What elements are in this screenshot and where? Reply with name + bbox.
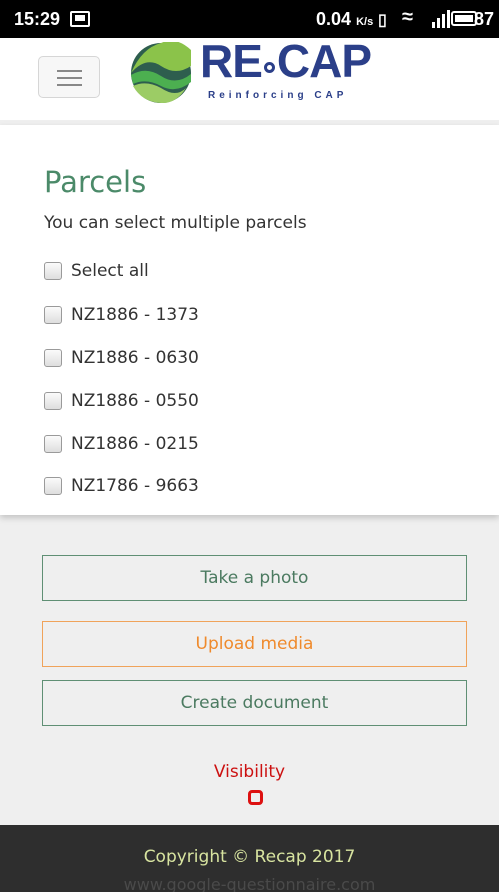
network-speed-unit: K/s (356, 16, 374, 28)
parcel-label: NZ1886 - 0550 (71, 391, 199, 411)
recap-logo-mark-icon (131, 42, 191, 104)
menu-bar-icon (57, 77, 82, 79)
battery-level: 87 (474, 9, 495, 29)
page-footer: Copyright © Recap 2017 www.google-questi… (0, 825, 499, 892)
logo-text-right: CAP (276, 35, 372, 87)
parcel-label: NZ1786 - 9663 (71, 476, 199, 496)
parcel-label: NZ1886 - 0215 (71, 434, 199, 454)
parcels-card: Parcels You can select multiple parcels … (0, 125, 499, 515)
footer-copyright: Copyright © Recap 2017 (143, 847, 356, 867)
upload-media-button[interactable]: Upload media (42, 621, 467, 667)
menu-bar-icon (57, 70, 82, 72)
take-photo-button[interactable]: Take a photo (42, 555, 467, 601)
logo-dot-icon (263, 62, 275, 73)
parcel-checkbox[interactable] (44, 392, 62, 410)
logo-text-left: RE (200, 35, 263, 87)
parcel-row[interactable]: NZ1886 - 0630 (44, 345, 199, 371)
parcel-checkbox[interactable] (44, 306, 62, 324)
parcels-subtitle: You can select multiple parcels (44, 213, 307, 233)
parcels-title: Parcels (44, 165, 147, 199)
visibility-label: Visibility (213, 762, 286, 782)
parcel-label: NZ1886 - 1373 (71, 305, 199, 325)
recap-logo[interactable]: RE CAP Reinforcing CAP (130, 35, 400, 110)
parcel-row[interactable]: NZ1886 - 0215 (44, 431, 199, 457)
create-document-button[interactable]: Create document (42, 680, 467, 726)
select-all-label: Select all (71, 261, 149, 281)
parcel-checkbox[interactable] (44, 477, 62, 495)
message-notification-icon (70, 11, 90, 27)
signal-icon (432, 10, 450, 28)
parcel-checkbox[interactable] (44, 435, 62, 453)
wifi-icon: ≈ (402, 6, 413, 28)
select-all-row[interactable]: Select all (44, 258, 149, 284)
visibility-toggle[interactable] (248, 790, 263, 805)
parcel-label: NZ1886 - 0630 (71, 348, 199, 368)
app-header: RE CAP Reinforcing CAP (0, 35, 499, 120)
menu-bar-icon (57, 84, 82, 86)
parcel-checkbox[interactable] (44, 349, 62, 367)
hamburger-menu-button[interactable] (38, 56, 100, 98)
parcel-row[interactable]: NZ1786 - 9663 (44, 473, 199, 499)
status-time: 15:29 (14, 9, 61, 29)
logo-tagline: Reinforcing CAP (208, 90, 348, 101)
footer-url: www.google-questionnaire.com (123, 875, 376, 892)
parcel-row[interactable]: NZ1886 - 1373 (44, 302, 199, 328)
network-speed: 0.04 K/s (316, 9, 373, 30)
network-speed-value: 0.04 (316, 9, 352, 29)
vibrate-icon: ▯ (378, 12, 387, 29)
select-all-checkbox[interactable] (44, 262, 62, 280)
logo-wordmark: RE CAP (200, 34, 372, 88)
parcel-row[interactable]: NZ1886 - 0550 (44, 388, 199, 414)
status-bar: 15:29 0.04 K/s ▯ ≈ 87 (0, 0, 499, 38)
